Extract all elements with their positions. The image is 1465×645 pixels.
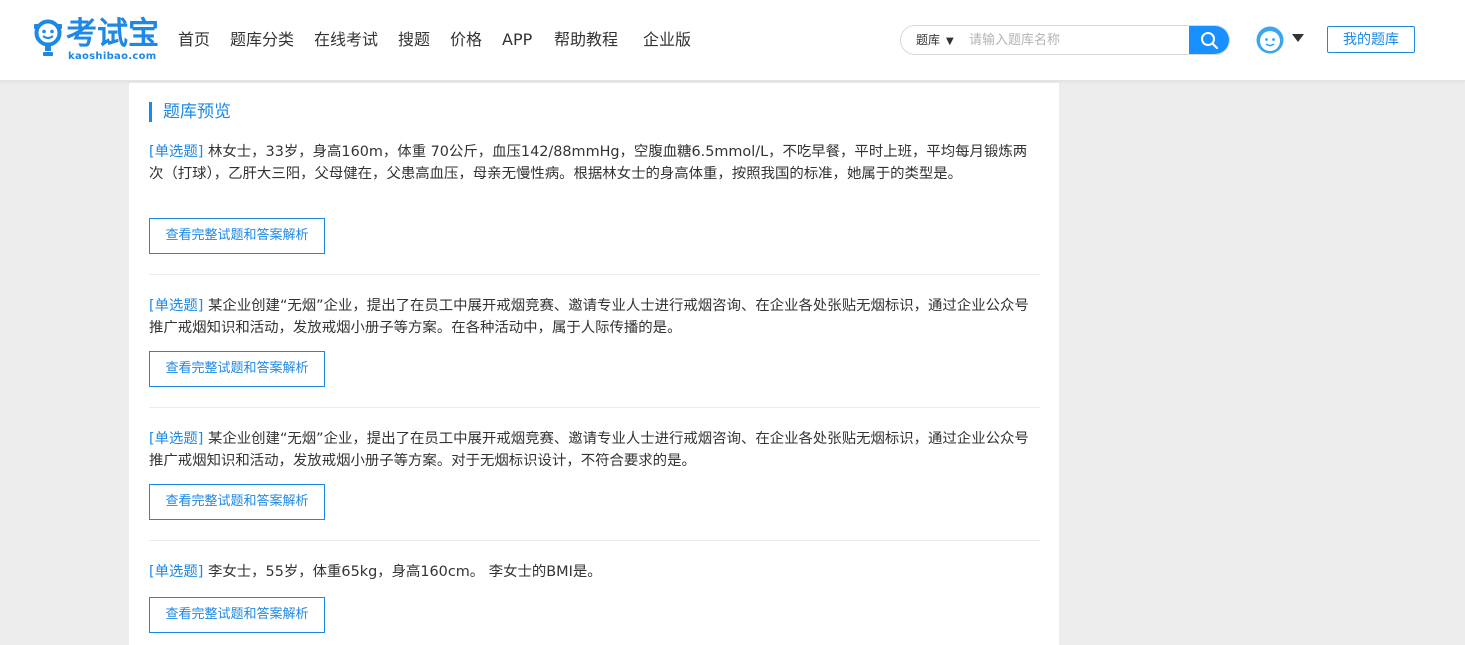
question-text: [单选题] 某企业创建“无烟”企业，提出了在员工中展开戒烟竞赛、邀请专业人士进行… (149, 296, 1040, 339)
search-category-select[interactable]: 题库 ▼ (916, 26, 954, 54)
question-text: [单选题] 林女士，33岁，身高160m，体重 70公斤，血压142/88mmH… (149, 142, 1040, 185)
my-bank-button[interactable]: 我的题库 (1327, 26, 1415, 53)
search-bar: 题库 ▼ (900, 25, 1230, 55)
nav-online-exam[interactable]: 在线考试 (314, 29, 378, 51)
question-body: 李女士，55岁，体重65kg，身高160cm。 李女士的BMI是。 (207, 564, 602, 580)
caret-down-icon: ▼ (946, 36, 954, 47)
avatar-icon[interactable] (1256, 26, 1284, 54)
nav-search-questions[interactable]: 搜题 (398, 29, 430, 51)
view-full-question-button[interactable]: 查看完整试题和答案解析 (149, 484, 325, 520)
nav-help[interactable]: 帮助教程 (554, 29, 618, 51)
question-item: [单选题] 某企业创建“无烟”企业，提出了在员工中展开戒烟竞赛、邀请专业人士进行… (149, 296, 1040, 408)
view-full-question-button[interactable]: 查看完整试题和答案解析 (149, 218, 325, 254)
question-text: [单选题] 某企业创建“无烟”企业，提出了在员工中展开戒烟竞赛、邀请专业人士进行… (149, 429, 1040, 472)
question-body: 林女士，33岁，身高160m，体重 70公斤，血压142/88mmHg，空腹血糖… (149, 144, 1028, 182)
search-category-label: 题库 (916, 33, 941, 47)
view-full-question-button[interactable]: 查看完整试题和答案解析 (149, 597, 325, 633)
question-divider (149, 407, 1040, 408)
top-header: 考试宝 kaoshibao.com 首页 题库分类 在线考试 搜题 价格 APP… (0, 0, 1465, 81)
logo-text: 考试宝 (66, 16, 159, 52)
question-body: 某企业创建“无烟”企业，提出了在员工中展开戒烟竞赛、邀请专业人士进行戒烟咨询、在… (149, 431, 1029, 469)
question-type: [单选题] (149, 144, 204, 160)
question-type: [单选题] (149, 564, 204, 580)
nav-app[interactable]: APP (502, 29, 532, 51)
search-button[interactable] (1189, 26, 1229, 54)
question-type: [单选题] (149, 431, 204, 447)
question-type: [单选题] (149, 298, 204, 314)
logo-domain: kaoshibao.com (68, 51, 157, 62)
question-body: 某企业创建“无烟”企业，提出了在员工中展开戒烟竞赛、邀请专业人士进行戒烟咨询、在… (149, 298, 1029, 336)
section-title: 题库预览 (149, 102, 231, 122)
nav-pricing[interactable]: 价格 (450, 29, 482, 51)
question-text: [单选题] 李女士，55岁，体重65kg，身高160cm。 李女士的BMI是。 (149, 562, 1040, 584)
view-full-question-button[interactable]: 查看完整试题和答案解析 (149, 351, 325, 387)
site-logo[interactable]: 考试宝 kaoshibao.com (32, 16, 162, 66)
user-menu-caret-icon[interactable] (1292, 34, 1304, 42)
logo-icon (34, 19, 62, 56)
question-divider (149, 274, 1040, 275)
question-item: [单选题] 李女士，55岁，体重65kg，身高160cm。 李女士的BMI是。 … (149, 562, 1040, 633)
question-divider (149, 540, 1040, 541)
question-item: [单选题] 某企业创建“无烟”企业，提出了在员工中展开戒烟竞赛、邀请专业人士进行… (149, 429, 1040, 541)
question-item: [单选题] 林女士，33岁，身高160m，体重 70公斤，血压142/88mmH… (149, 142, 1040, 275)
bank-preview-panel: 题库预览 [单选题] 林女士，33岁，身高160m，体重 70公斤，血压142/… (129, 83, 1059, 645)
nav-bank-categories[interactable]: 题库分类 (230, 29, 294, 51)
nav-enterprise[interactable]: 企业版 (643, 29, 691, 51)
search-input[interactable] (969, 26, 1187, 54)
nav-home[interactable]: 首页 (178, 29, 210, 51)
search-icon (1201, 32, 1219, 50)
